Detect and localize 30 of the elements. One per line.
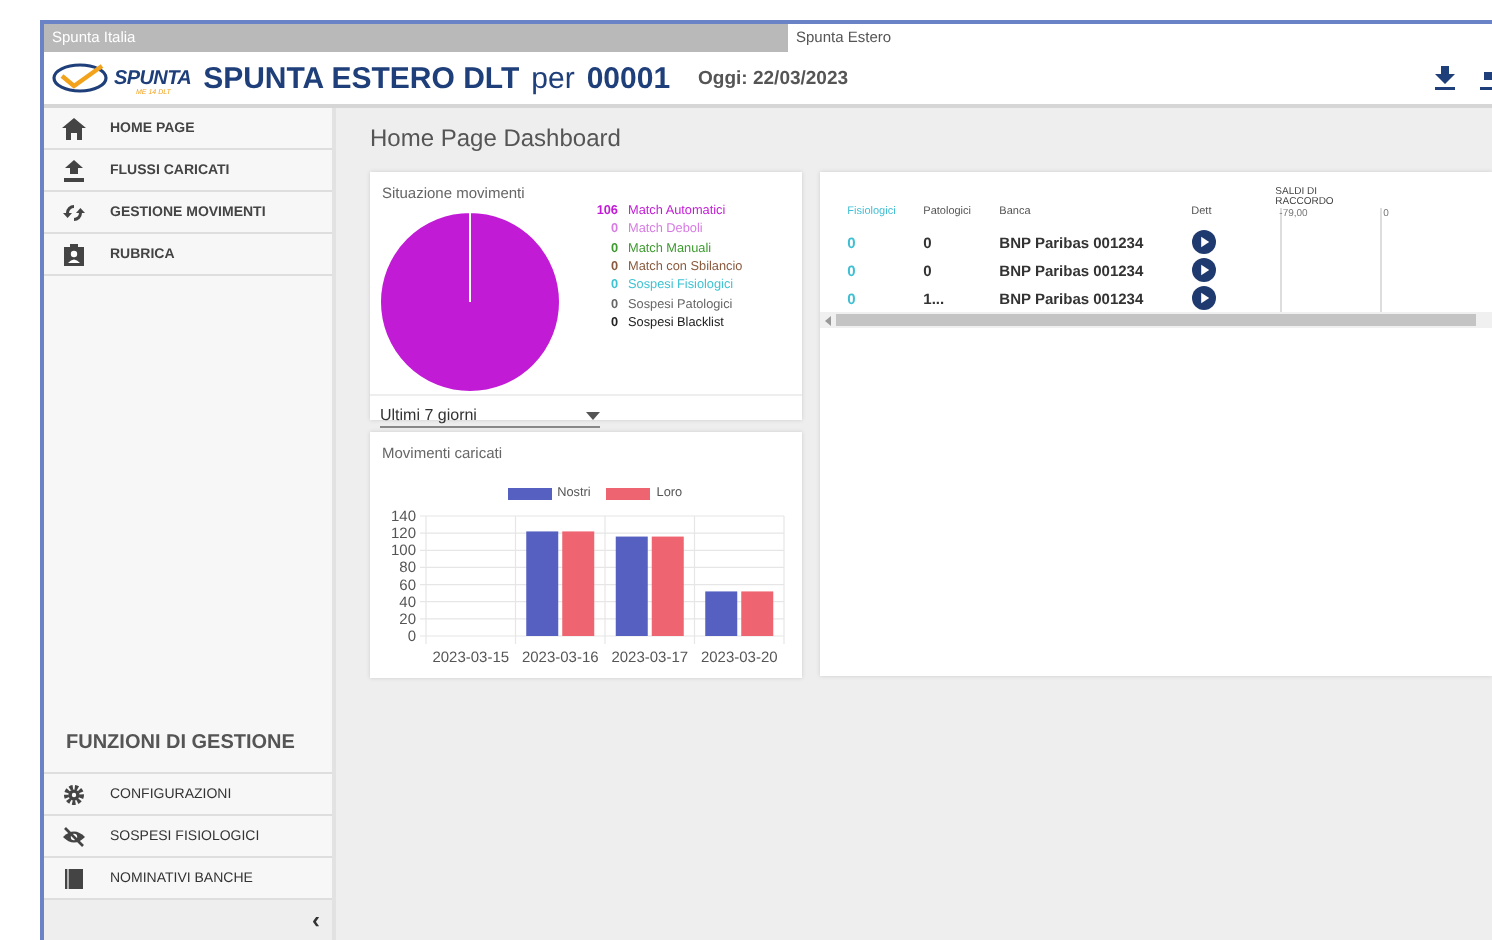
play-icon[interactable] (1191, 230, 1216, 254)
bar (615, 536, 648, 636)
period-dropdown[interactable]: Ultimi 7 giorni (380, 406, 600, 428)
app-title-per: per (531, 61, 575, 95)
settings-icon (62, 783, 86, 805)
legend-swatch (507, 487, 552, 499)
horizontal-scrollbar[interactable] (819, 312, 1492, 328)
date-label: Oggi: 22/03/2023 (698, 67, 849, 89)
bar (651, 536, 684, 636)
sync-icon (62, 201, 86, 223)
bar (705, 591, 738, 636)
page-title: Home Page Dashboard (370, 124, 623, 152)
code-number: 00001 (586, 61, 671, 95)
bar (526, 531, 559, 636)
check-swoosh-icon (52, 62, 112, 94)
app-title: SPUNTA ESTERO DLT (203, 61, 520, 95)
collapse-button[interactable]: ‹ (308, 908, 324, 932)
section-title: FUNZIONI DI GESTIONE (44, 732, 332, 774)
caret-icon (586, 411, 600, 419)
play-icon[interactable] (1191, 258, 1216, 282)
play-icon[interactable] (1191, 286, 1216, 310)
upload-icon (62, 159, 86, 181)
book-icon (62, 867, 86, 889)
legend-swatch (606, 487, 651, 499)
bar (741, 591, 774, 636)
eye-slash-icon (62, 825, 86, 847)
contact-card-icon (62, 243, 86, 265)
home-icon (62, 117, 86, 139)
logo-text: SPUNTA (114, 67, 192, 89)
bar (562, 531, 595, 636)
